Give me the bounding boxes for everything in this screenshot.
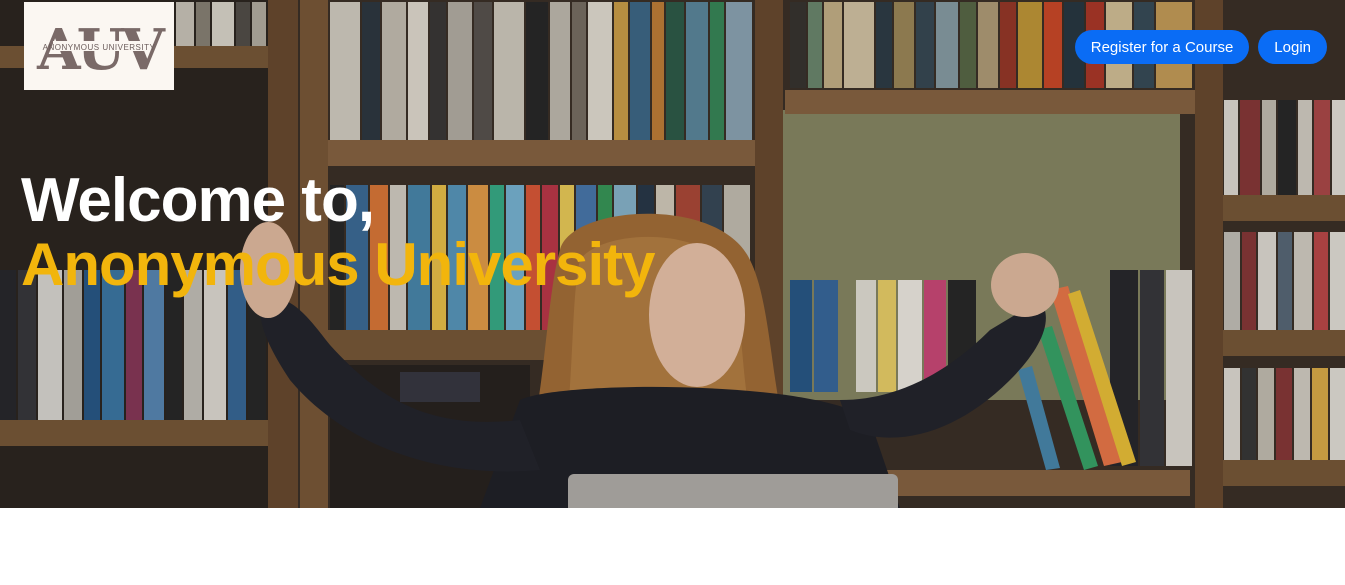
svg-text:ANONYMOUS UNIVERSITY: ANONYMOUS UNIVERSITY (43, 43, 156, 52)
welcome-heading: Welcome to, (21, 166, 375, 235)
auv-logo-mark: AUV ANONYMOUS UNIVERSITY (36, 17, 169, 81)
university-logo[interactable]: AUV ANONYMOUS UNIVERSITY (24, 2, 174, 90)
login-button[interactable]: Login (1258, 30, 1327, 64)
register-course-button[interactable]: Register for a Course (1074, 30, 1250, 64)
hero-headline: Welcome to, Anonymous University (21, 166, 655, 298)
hero-banner: AUV ANONYMOUS UNIVERSITY Register for a … (0, 0, 1345, 508)
university-name-heading: Anonymous University (21, 231, 655, 298)
top-nav: Register for a Course Login (1074, 30, 1327, 64)
